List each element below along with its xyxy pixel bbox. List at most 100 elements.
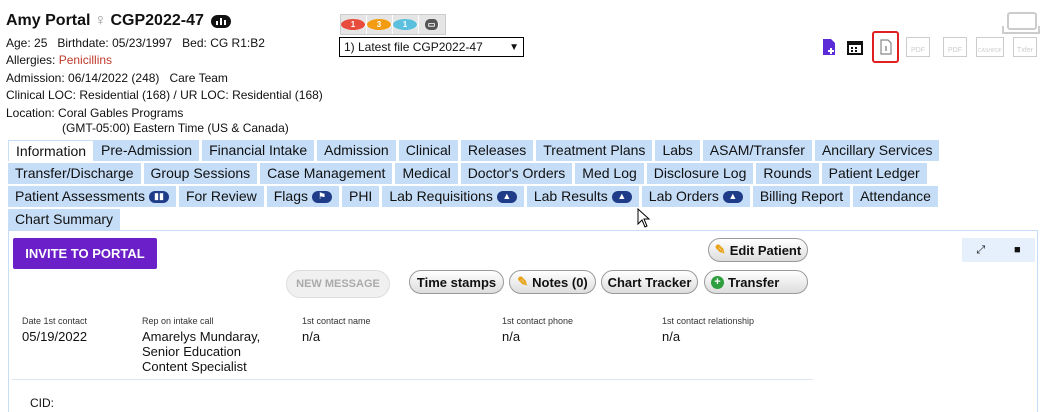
tab-releases[interactable]: Releases [460, 140, 537, 161]
location-label: Location: [6, 106, 55, 120]
pdf-export-icon[interactable]: PDF [941, 36, 969, 58]
date-first-contact-value: 05/19/2022 [22, 329, 88, 344]
tab-ancillary-services[interactable]: Ancillary Services [814, 140, 943, 161]
notes-button[interactable]: ✎ Notes (0) [509, 270, 596, 294]
tab-pre-admission[interactable]: Pre-Admission [94, 140, 203, 161]
transfer-file-label: Txfer [1013, 37, 1037, 57]
tab-asam-transfer[interactable]: ASAM/Transfer [702, 140, 815, 161]
edit-patient-label: Edit Patient [729, 242, 802, 258]
chart-tracker-button[interactable]: Chart Tracker [601, 270, 698, 294]
pdf-export-label: PDF [943, 37, 967, 57]
tab-billing-report[interactable]: Billing Report [752, 186, 854, 207]
allergies-value: Penicillins [58, 53, 113, 67]
pdf-icon[interactable]: PDF [904, 36, 932, 58]
message-counter[interactable]: ▭ [419, 15, 445, 34]
contact-relationship-label: 1st contact relationship [662, 316, 755, 326]
patient-location: Location: Coral Gables Programs [6, 106, 183, 120]
tab-patient-assessments[interactable]: Patient Assessments ▮▮ [8, 186, 179, 207]
transfer-button[interactable]: + Transfer [704, 270, 808, 294]
plus-circle-icon: + [711, 275, 724, 289]
file-select[interactable]: 1) Latest file CGP2022-47 ▼ [339, 37, 524, 57]
patient-header: Amy Portal ♀ CGP2022-47 [6, 12, 231, 30]
cash-pdf-label: CASHPDF [976, 37, 1004, 57]
transfer-label: Transfer [728, 274, 780, 290]
file-select-value: 1) Latest file CGP2022-47 [344, 40, 483, 54]
patient-bed: Bed: CG R1:B2 [182, 36, 265, 50]
new-message-button[interactable]: NEW MESSAGE [286, 270, 390, 298]
pencil-icon: ✎ [714, 242, 726, 257]
tab-lab-requisitions[interactable]: Lab Requisitions ▲ [382, 186, 527, 207]
message-icon: ▭ [425, 19, 439, 30]
counter-red-value: 1 [341, 19, 366, 30]
tab-information[interactable]: Information [8, 140, 95, 161]
notes-label: Notes (0) [532, 274, 588, 290]
edit-patient-button[interactable]: ✎ Edit Patient [708, 238, 808, 262]
contact-phone-label: 1st contact phone [502, 316, 574, 326]
counter-blue-value: 1 [393, 19, 418, 30]
tab-disclosure-log[interactable]: Disclosure Log [646, 163, 757, 184]
printer-tray-icon [1002, 26, 1040, 34]
care-team-link[interactable]: Care Team [169, 71, 227, 85]
flask-icon: ▲ [722, 190, 743, 203]
tab-attendance[interactable]: Attendance [853, 186, 941, 207]
tab-transfer-discharge[interactable]: Transfer/Discharge [8, 163, 144, 184]
tab-lab-orders[interactable]: Lab Orders ▲ [641, 186, 753, 207]
panel-controls: ⤢ ■ [962, 238, 1035, 262]
patient-admission: Admission: 06/14/2022 (248) Care Team [6, 71, 228, 85]
patient-allergies: Allergies: Penicillins [6, 53, 112, 67]
tab-flags[interactable]: Flags ⚑ [266, 186, 342, 207]
patient-timezone: (GMT-05:00) Eastern Time (US & Canada) [62, 121, 289, 135]
tab-case-management[interactable]: Case Management [260, 163, 396, 184]
tab-med-log[interactable]: Med Log [575, 163, 647, 184]
flask-icon: ▲ [496, 190, 517, 203]
tab-labs[interactable]: Labs [655, 140, 703, 161]
tab-medical[interactable]: Medical [395, 163, 461, 184]
lock-icon[interactable]: ■ [1014, 244, 1021, 256]
tab-for-review[interactable]: For Review [178, 186, 267, 207]
pdf-label: PDF [906, 37, 930, 57]
tab-patient-ledger[interactable]: Patient Ledger [821, 163, 930, 184]
patient-demographics: Age: 25 Birthdate: 05/23/1997 Bed: CG R1… [6, 36, 265, 50]
allergies-label: Allergies: [6, 53, 56, 67]
tab-lab-orders-label: Lab Orders [648, 188, 719, 204]
contact-name-value: n/a [302, 329, 321, 344]
counter-blue[interactable]: 1 [393, 15, 419, 34]
patient-age: Age: 25 [6, 36, 48, 50]
expand-icon[interactable]: ⤢ [976, 244, 985, 257]
tab-lab-results-label: Lab Results [533, 188, 608, 204]
tab-row-3: Patient Assessments ▮▮ For Review Flags ⚑ … [8, 186, 1008, 209]
alert-counters: 1 3 1 ▭ [340, 14, 446, 35]
add-document-icon[interactable] [819, 36, 839, 58]
tab-bar: Information Pre-Admission Financial Inta… [8, 140, 1008, 232]
flag-icon: ⚑ [311, 190, 332, 203]
transfer-file-icon[interactable]: Txfer [1011, 36, 1039, 58]
tab-rounds[interactable]: Rounds [756, 163, 822, 184]
tab-doctors-orders[interactable]: Doctor's Orders [460, 163, 576, 184]
tab-treatment-plans[interactable]: Treatment Plans [536, 140, 656, 161]
tab-clinical[interactable]: Clinical [398, 140, 461, 161]
rep-value: Amarelys Mundaray, Senior Education Cont… [142, 329, 261, 374]
tab-patient-assessments-label: Patient Assessments [15, 188, 145, 204]
clinical-loc: Clinical LOC: Residential (168) / UR LOC… [6, 88, 323, 102]
tab-row-4: Chart Summary [8, 209, 1008, 232]
tab-admission[interactable]: Admission [317, 140, 399, 161]
counter-orange[interactable]: 3 [367, 15, 393, 34]
chart-icon[interactable] [210, 14, 231, 28]
file-info-icon[interactable] [872, 31, 899, 63]
flask-icon: ▲ [611, 190, 632, 203]
tab-financial-intake[interactable]: Financial Intake [202, 140, 318, 161]
time-stamps-button[interactable]: Time stamps [409, 270, 504, 294]
counter-orange-value: 3 [367, 19, 392, 30]
cash-pdf-icon[interactable]: CASHPDF [975, 36, 1005, 58]
calendar-icon[interactable] [845, 36, 865, 58]
tab-phi[interactable]: PHI [341, 186, 383, 207]
tab-flags-label: Flags [273, 188, 308, 204]
tab-group-sessions[interactable]: Group Sessions [143, 163, 261, 184]
patient-name: Amy Portal [6, 12, 91, 29]
invite-to-portal-button[interactable]: INVITE TO PORTAL [13, 238, 157, 269]
counter-red[interactable]: 1 [341, 15, 367, 34]
chart-icon: ▮▮ [148, 190, 169, 203]
tab-lab-results[interactable]: Lab Results ▲ [526, 186, 642, 207]
tab-chart-summary[interactable]: Chart Summary [8, 209, 124, 230]
rep-label: Rep on intake call [142, 316, 214, 326]
